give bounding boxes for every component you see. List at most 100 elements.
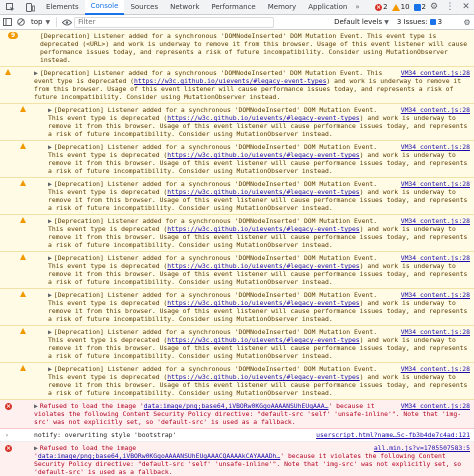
console-settings-icon[interactable]: ⚙ bbox=[460, 15, 474, 30]
log-levels-dropdown[interactable]: Default levels ▼ bbox=[334, 18, 389, 26]
tab-application[interactable]: Application bbox=[302, 0, 353, 15]
device-toolbar-icon[interactable] bbox=[20, 0, 40, 15]
expand-triangle-icon[interactable]: ▶ bbox=[48, 180, 52, 188]
close-icon[interactable]: ✕ bbox=[458, 0, 474, 15]
warning-source-link[interactable]: VM34 content.js:28 bbox=[401, 106, 470, 114]
warning-icon bbox=[20, 365, 26, 373]
expand-triangle-icon[interactable]: ▶ bbox=[48, 365, 52, 373]
devtools-tabbar: Elements Console Sources Network Perform… bbox=[0, 0, 474, 15]
more-tabs-button[interactable]: » bbox=[353, 3, 361, 11]
error-text-start: Refused to load the image ' bbox=[39, 402, 144, 410]
log-levels-label: Default levels bbox=[334, 18, 383, 26]
deprecation-spec-link[interactable]: https://w3c.github.io/uievents/#legacy-e… bbox=[167, 114, 359, 122]
warnings-count: 10 bbox=[400, 3, 410, 11]
expand-triangle-icon[interactable]: ▶ bbox=[34, 69, 38, 77]
chevron-right-icon[interactable]: › bbox=[5, 431, 9, 439]
warning-source-link[interactable]: VM34 content.js:28 bbox=[401, 143, 470, 151]
error-icon: × bbox=[5, 445, 12, 452]
deprecation-spec-link[interactable]: https://w3c.github.io/uievents/#legacy-e… bbox=[167, 336, 359, 344]
expand-triangle-icon[interactable]: ▶ bbox=[34, 402, 38, 410]
expand-triangle-icon[interactable]: ▶ bbox=[48, 217, 52, 225]
sidebar-toggle-icon[interactable] bbox=[0, 15, 14, 30]
expand-triangle-icon[interactable]: ▶ bbox=[48, 291, 52, 299]
more-icon[interactable]: ⋮ bbox=[442, 0, 458, 15]
console-error: × VM34 content.js:28 ▶ Refused to load th… bbox=[0, 400, 474, 429]
deprecation-spec-link[interactable]: https://w3c.github.io/uievents/#legacy-e… bbox=[167, 299, 359, 307]
errors-badge[interactable]: × 2 bbox=[375, 3, 388, 11]
console-warning: VM34 content.js:28 ▶ [Deprecation] Listen… bbox=[0, 178, 474, 215]
error-icon: × bbox=[5, 403, 12, 410]
chevron-down-icon: ▼ bbox=[384, 18, 389, 26]
console-warning: VM34 content.js:28 ▶ [Deprecation] Listen… bbox=[0, 67, 474, 104]
warning-icon bbox=[5, 69, 11, 77]
error-source-link[interactable]: all.min.js?v=1705507583:5 bbox=[374, 444, 470, 452]
image-data-link[interactable]: data:image/png;base64,iVBORw0KGgoAAAANSU… bbox=[144, 402, 329, 410]
warning-source-link[interactable]: VM34 content.js:28 bbox=[401, 328, 470, 336]
deprecation-spec-link[interactable]: https://w3c.github.io/uievents/#legacy-e… bbox=[167, 262, 359, 270]
expand-triangle-icon[interactable]: ▶ bbox=[48, 328, 52, 336]
repeat-count-badge: 9 bbox=[8, 32, 19, 39]
tab-network[interactable]: Network bbox=[164, 0, 205, 15]
deprecation-spec-link[interactable]: https://w3c.github.io/uievents/#legacy-e… bbox=[167, 188, 359, 196]
console-toolbar: top ▼ Default levels ▼ 3 Issues: 3 ⚙ bbox=[0, 15, 474, 30]
console-warning: VM34 content.js:28 ▶ [Deprecation] Listen… bbox=[0, 215, 474, 252]
deprecation-spec-link[interactable]: https://w3c.github.io/uievents/#legacy-e… bbox=[134, 77, 326, 85]
info-source-link[interactable]: userscript.html?name…5c-fb3b4de7c4ad:121 bbox=[316, 431, 470, 439]
deprecation-spec-link[interactable]: https://w3c.github.io/uievents/#legacy-e… bbox=[167, 151, 359, 159]
issues-label: 3 Issues: bbox=[396, 18, 428, 26]
console-warning: VM34 content.js:28 ▶ [Deprecation] Listen… bbox=[0, 289, 474, 326]
tab-sources[interactable]: Sources bbox=[124, 0, 164, 15]
warning-source-link[interactable]: VM34 content.js:28 bbox=[401, 365, 470, 373]
warning-source-link[interactable]: VM34 content.js:28 bbox=[401, 69, 470, 77]
warning-icon bbox=[20, 217, 26, 225]
console-error: × all.min.js?v=1705507583:5 ▶ Refused to … bbox=[0, 442, 474, 476]
inspect-icon[interactable] bbox=[0, 0, 20, 15]
toolbar-divider bbox=[56, 17, 58, 27]
console-group-header[interactable]: 9 [Deprecation] Listener added for a syn… bbox=[0, 30, 474, 67]
error-icon: × bbox=[375, 3, 383, 11]
issues-count: 3 bbox=[437, 18, 443, 26]
settings-icon[interactable]: ⚙ bbox=[426, 0, 442, 15]
console-warning: VM34 content.js:28 ▶ [Deprecation] Listen… bbox=[0, 252, 474, 289]
warning-source-link[interactable]: VM34 content.js:28 bbox=[401, 217, 470, 225]
warning-icon bbox=[391, 3, 400, 11]
expand-triangle-icon[interactable]: ▶ bbox=[48, 254, 52, 262]
expand-triangle-icon[interactable]: ▶ bbox=[48, 143, 52, 151]
deprecation-spec-link[interactable]: https://w3c.github.io/uievents/#legacy-e… bbox=[167, 373, 359, 381]
issues-button[interactable]: 3 Issues: 3 bbox=[397, 18, 442, 26]
info-text: notify: overwriting style 'bootstrap' bbox=[34, 431, 177, 439]
warning-icon bbox=[20, 143, 26, 151]
console-warning: VM34 content.js:28 ▶ [Deprecation] Listen… bbox=[0, 363, 474, 400]
error-source-link[interactable]: VM34 content.js:28 bbox=[401, 402, 470, 410]
warnings-badge[interactable]: 10 bbox=[391, 3, 410, 11]
filter-input[interactable] bbox=[74, 16, 275, 28]
warning-source-link[interactable]: VM34 content.js:28 bbox=[401, 180, 470, 188]
info-badge[interactable]: 2 bbox=[413, 3, 426, 11]
context-selector[interactable]: top ▼ bbox=[28, 17, 53, 28]
clear-console-icon[interactable] bbox=[14, 15, 28, 30]
tab-memory[interactable]: Memory bbox=[262, 0, 302, 15]
warning-icon bbox=[20, 180, 26, 188]
chevron-down-icon: ▼ bbox=[45, 18, 51, 26]
errors-count: 2 bbox=[383, 3, 388, 11]
tab-performance[interactable]: Performance bbox=[205, 0, 261, 15]
warning-source-link[interactable]: VM34 content.js:28 bbox=[401, 254, 470, 262]
issues-icon bbox=[429, 19, 436, 25]
console-warning: VM34 content.js:28 ▶ [Deprecation] Listen… bbox=[0, 326, 474, 363]
console-warning: VM34 content.js:28 ▶ [Deprecation] Listen… bbox=[0, 104, 474, 141]
expand-triangle-icon[interactable]: ▶ bbox=[34, 444, 38, 452]
tab-console[interactable]: Console bbox=[84, 0, 125, 15]
console-info: › userscript.html?name…5c-fb3b4de7c4ad:1… bbox=[0, 429, 474, 442]
expand-triangle-icon[interactable]: ▶ bbox=[48, 106, 52, 114]
console-warning: VM34 content.js:28 ▶ [Deprecation] Listen… bbox=[0, 141, 474, 178]
warning-source-link[interactable]: VM34 content.js:28 bbox=[401, 291, 470, 299]
image-data-link[interactable]: data:image/png;base64,iVBORw0KGgoAAAANSU… bbox=[38, 452, 280, 460]
eye-icon[interactable] bbox=[60, 15, 74, 30]
deprecation-spec-link[interactable]: https://w3c.github.io/uievents/#legacy-e… bbox=[167, 225, 359, 233]
context-value: top bbox=[31, 18, 43, 26]
warning-icon bbox=[20, 291, 26, 299]
tab-elements[interactable]: Elements bbox=[40, 0, 85, 15]
tabbar-status: × 2 10 2 ⚙ ⋮ ✕ bbox=[371, 0, 474, 15]
warning-icon bbox=[20, 328, 26, 336]
info-icon bbox=[413, 3, 421, 11]
